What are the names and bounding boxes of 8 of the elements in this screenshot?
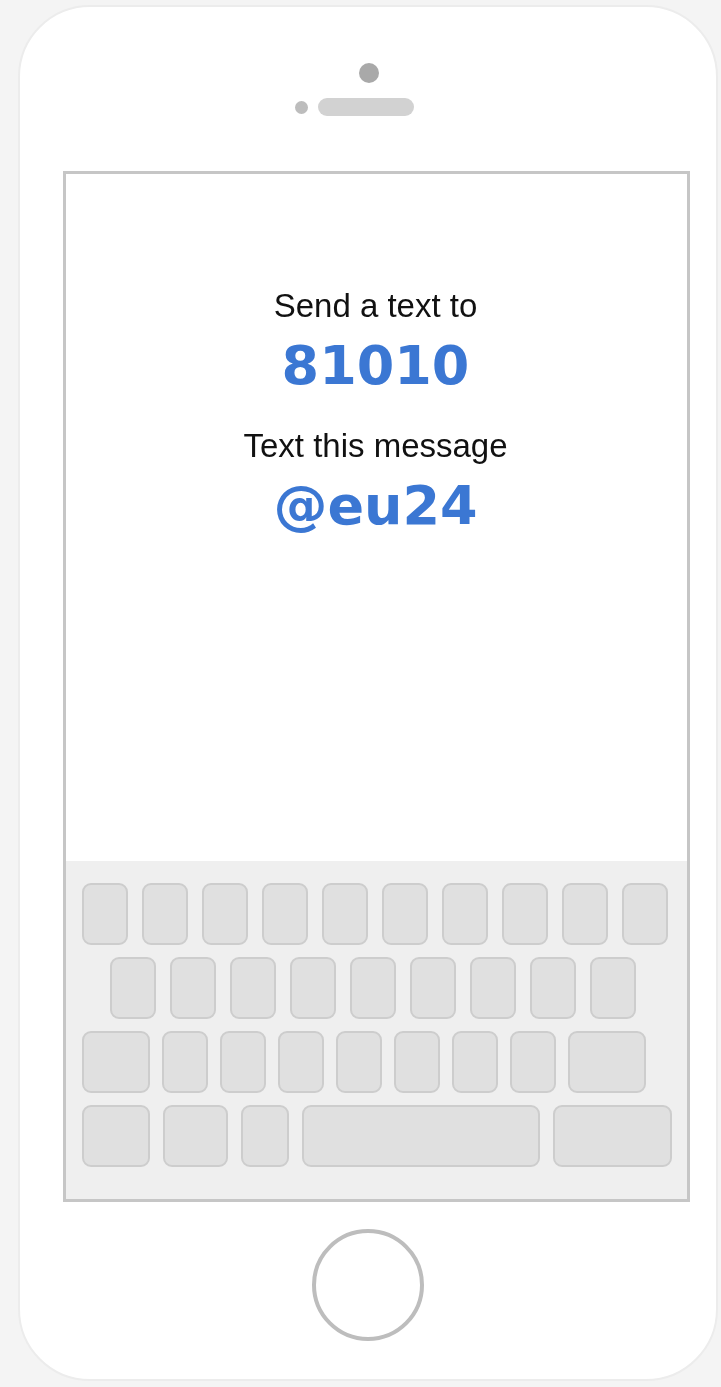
highlight-text: @eu24 — [273, 474, 478, 538]
camera-icon — [359, 63, 379, 83]
instruction-text: Send a text to — [273, 286, 478, 326]
sensor-icon — [294, 100, 308, 114]
speaker-icon — [317, 98, 414, 116]
home-button[interactable] — [312, 1228, 424, 1341]
instruction-text: Text this message — [243, 426, 508, 466]
highlight-text: 81010 — [281, 334, 470, 398]
